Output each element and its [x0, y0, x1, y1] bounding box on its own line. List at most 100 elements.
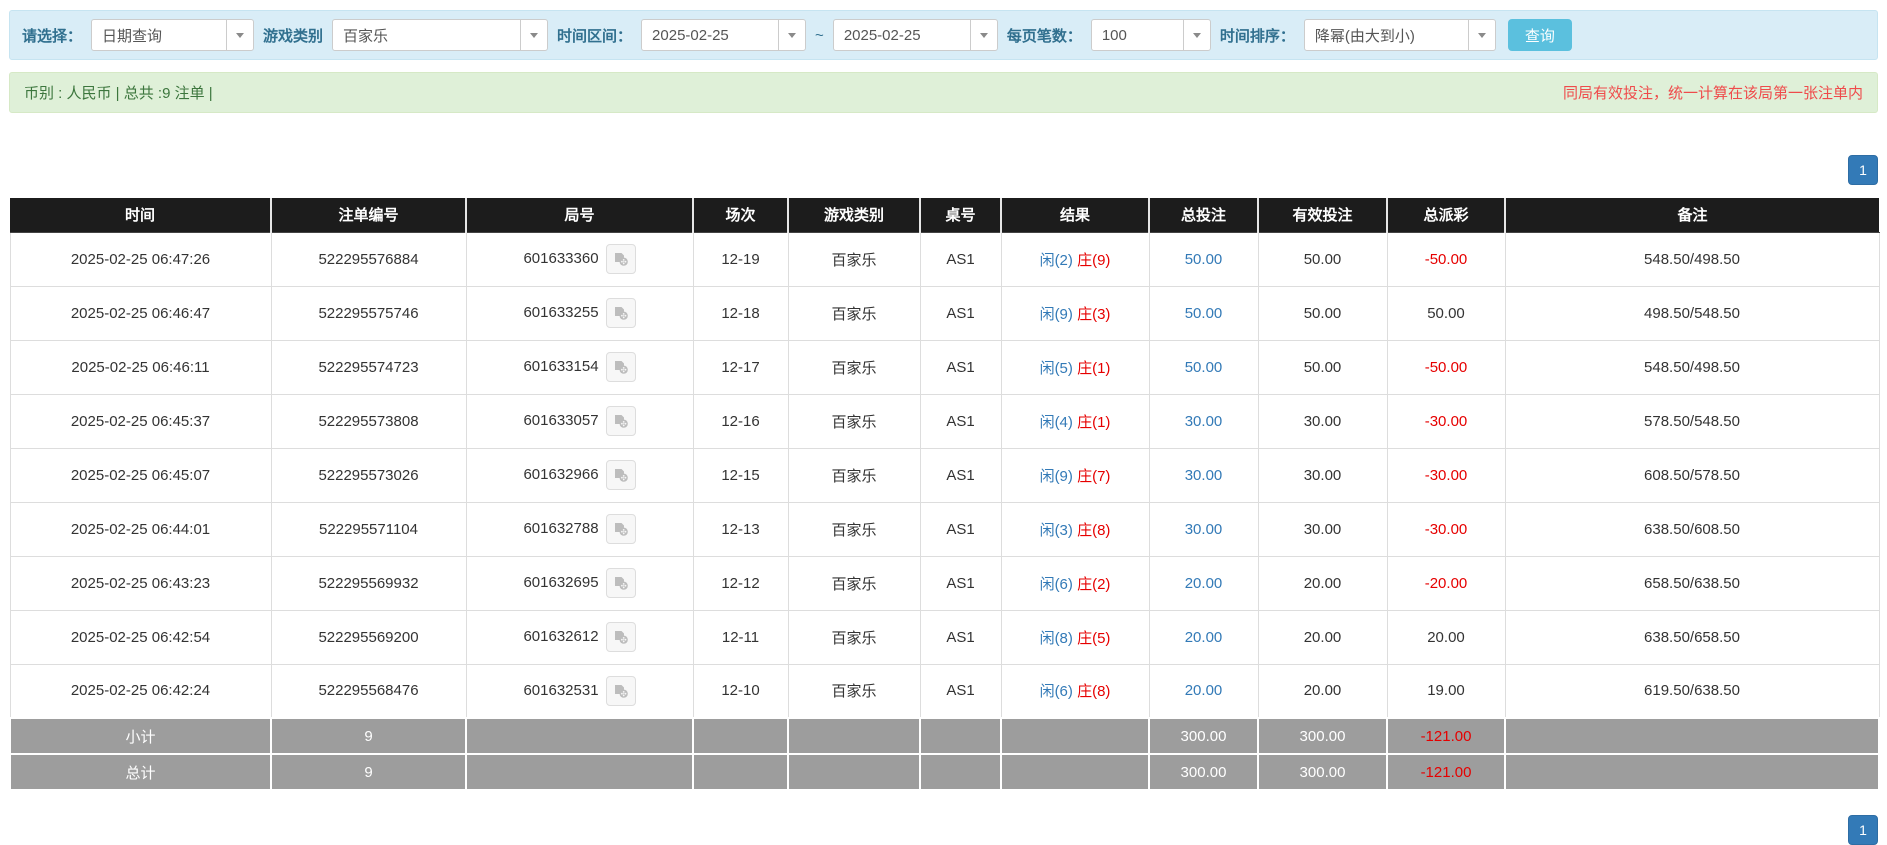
result-banker: 庄(9): [1077, 252, 1110, 269]
column-header: 注单编号: [271, 198, 466, 232]
footer-empty-cell: [693, 754, 788, 790]
cell-valid-bet: 50.00: [1258, 232, 1387, 286]
cell-game-type: 百家乐: [788, 448, 920, 502]
cell-table-no: AS1: [920, 556, 1001, 610]
cell-session: 12-12: [693, 556, 788, 610]
cell-bet-id: 522295568476: [271, 664, 466, 718]
time-range-label: 时间区间：: [557, 25, 632, 46]
cell-total-bet[interactable]: 20.00: [1149, 556, 1258, 610]
game-type-select[interactable]: 百家乐: [332, 19, 548, 51]
result-banker: 庄(5): [1077, 630, 1110, 647]
video-icon[interactable]: [606, 406, 636, 436]
cell-payout: -50.00: [1387, 340, 1505, 394]
cell-total-bet[interactable]: 20.00: [1149, 664, 1258, 718]
summary-total-bet: 300.00: [1149, 754, 1258, 790]
video-icon[interactable]: [606, 352, 636, 382]
result-player: 闲(9): [1040, 468, 1073, 485]
result-banker: 庄(8): [1077, 522, 1110, 539]
footer-empty-cell: [1001, 754, 1149, 790]
cell-table-no: AS1: [920, 664, 1001, 718]
cell-total-bet[interactable]: 30.00: [1149, 394, 1258, 448]
cell-result: 闲(3) 庄(8): [1001, 502, 1149, 556]
game-type-label: 游戏类别: [263, 25, 323, 46]
cell-payout: -50.00: [1387, 232, 1505, 286]
cell-total-bet[interactable]: 30.00: [1149, 448, 1258, 502]
per-page-select[interactable]: 100: [1091, 19, 1211, 51]
cell-bet-id: 522295573808: [271, 394, 466, 448]
page-button[interactable]: 1: [1848, 155, 1878, 185]
cell-round-id: 601633360: [466, 232, 693, 286]
cell-bet-id: 522295575746: [271, 286, 466, 340]
result-banker: 庄(1): [1077, 414, 1110, 431]
cell-result: 闲(2) 庄(9): [1001, 232, 1149, 286]
cell-valid-bet: 50.00: [1258, 340, 1387, 394]
cell-total-bet[interactable]: 30.00: [1149, 502, 1258, 556]
chevron-down-icon: [1183, 20, 1210, 50]
result-banker: 庄(2): [1077, 576, 1110, 593]
cell-total-bet[interactable]: 20.00: [1149, 610, 1258, 664]
page: 请选择： 日期查询 游戏类别 百家乐 时间区间： 2025-02-25 ~ 20…: [0, 0, 1887, 845]
currency-summary-text: 币别 : 人民币 | 总共 :9 注单 |: [24, 82, 213, 103]
footer-empty-cell: [1505, 718, 1879, 754]
filter-bar: 请选择： 日期查询 游戏类别 百家乐 时间区间： 2025-02-25 ~ 20…: [9, 10, 1878, 60]
summary-valid-bet: 300.00: [1258, 718, 1387, 754]
table-row: 2025-02-25 06:46:47 522295575746 6016332…: [10, 286, 1879, 340]
video-icon[interactable]: [606, 244, 636, 274]
column-header: 局号: [466, 198, 693, 232]
pagination-top: 1: [9, 155, 1878, 185]
summary-row: 总计 9 300.00 300.00 -121.00: [10, 754, 1879, 790]
cell-remark: 548.50/498.50: [1505, 232, 1879, 286]
sort-order-select[interactable]: 降幂(由大到小): [1304, 19, 1496, 51]
column-header: 总投注: [1149, 198, 1258, 232]
summary-payout: -121.00: [1387, 718, 1505, 754]
date-to-select[interactable]: 2025-02-25: [833, 19, 998, 51]
cell-payout: 19.00: [1387, 664, 1505, 718]
table-row: 2025-02-25 06:43:23 522295569932 6016326…: [10, 556, 1879, 610]
cell-bet-id: 522295569932: [271, 556, 466, 610]
table-header-row: 时间注单编号局号场次游戏类别桌号结果总投注有效投注总派彩备注: [10, 198, 1879, 232]
cell-session: 12-10: [693, 664, 788, 718]
column-header: 总派彩: [1387, 198, 1505, 232]
table-row: 2025-02-25 06:45:37 522295573808 6016330…: [10, 394, 1879, 448]
search-button[interactable]: 查询: [1508, 19, 1572, 51]
cell-payout: -20.00: [1387, 556, 1505, 610]
round-id-text: 601633154: [523, 358, 598, 375]
footer-empty-cell: [920, 718, 1001, 754]
cell-time: 2025-02-25 06:42:24: [10, 664, 271, 718]
query-type-select[interactable]: 日期查询: [91, 19, 254, 51]
cell-time: 2025-02-25 06:45:37: [10, 394, 271, 448]
video-icon[interactable]: [606, 460, 636, 490]
chevron-down-icon: [226, 20, 253, 50]
cell-time: 2025-02-25 06:46:47: [10, 286, 271, 340]
cell-time: 2025-02-25 06:43:23: [10, 556, 271, 610]
page-button[interactable]: 1: [1848, 815, 1878, 845]
video-icon[interactable]: [606, 622, 636, 652]
video-icon[interactable]: [606, 676, 636, 706]
cell-table-no: AS1: [920, 232, 1001, 286]
video-icon[interactable]: [606, 514, 636, 544]
footer-empty-cell: [788, 718, 920, 754]
table-row: 2025-02-25 06:42:24 522295568476 6016325…: [10, 664, 1879, 718]
cell-round-id: 601632695: [466, 556, 693, 610]
cell-total-bet[interactable]: 50.00: [1149, 340, 1258, 394]
cell-valid-bet: 30.00: [1258, 394, 1387, 448]
result-banker: 庄(1): [1077, 360, 1110, 377]
column-header: 游戏类别: [788, 198, 920, 232]
table-row: 2025-02-25 06:45:07 522295573026 6016329…: [10, 448, 1879, 502]
video-icon[interactable]: [606, 298, 636, 328]
query-type-label: 请选择：: [22, 25, 82, 46]
cell-game-type: 百家乐: [788, 232, 920, 286]
date-from-select[interactable]: 2025-02-25: [641, 19, 806, 51]
video-icon[interactable]: [606, 568, 636, 598]
result-banker: 庄(7): [1077, 468, 1110, 485]
cell-result: 闲(4) 庄(1): [1001, 394, 1149, 448]
cell-total-bet[interactable]: 50.00: [1149, 232, 1258, 286]
cell-remark: 658.50/638.50: [1505, 556, 1879, 610]
summary-valid-bet: 300.00: [1258, 754, 1387, 790]
cell-total-bet[interactable]: 50.00: [1149, 286, 1258, 340]
round-id-text: 601633057: [523, 412, 598, 429]
chevron-down-icon: [1468, 20, 1495, 50]
footer-empty-cell: [920, 754, 1001, 790]
column-header: 有效投注: [1258, 198, 1387, 232]
cell-result: 闲(8) 庄(5): [1001, 610, 1149, 664]
